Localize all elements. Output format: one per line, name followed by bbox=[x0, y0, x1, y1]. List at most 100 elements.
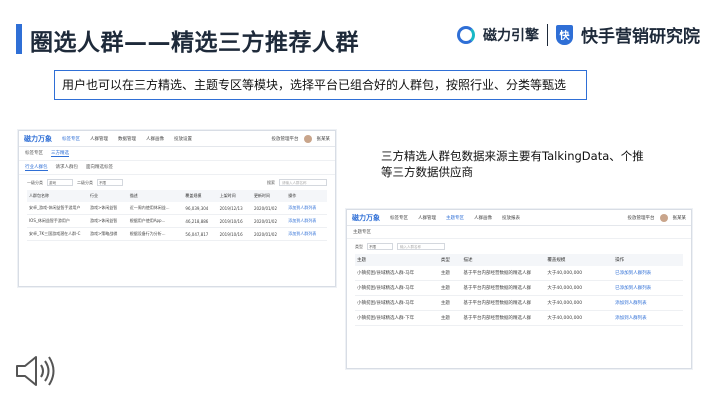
kuaishou-shield-icon: 快 bbox=[556, 24, 573, 45]
add-to-list-link[interactable]: 添加到人群列表 bbox=[613, 310, 683, 326]
nav-item[interactable]: 投放设置 bbox=[174, 136, 192, 142]
filter-row: 类型 不限 输入人群名称 bbox=[347, 239, 691, 254]
filter-label: 一级分类 bbox=[27, 179, 43, 185]
avatar[interactable] bbox=[659, 213, 668, 222]
cell: 2020/01/02 bbox=[251, 227, 287, 241]
filter-label: 二级分类 bbox=[77, 179, 93, 185]
column-header: 覆盖规模 bbox=[545, 254, 614, 266]
cell: 2019/12/13 bbox=[217, 202, 252, 215]
search-input[interactable]: 请输入人群名称 bbox=[279, 179, 327, 186]
nav-item[interactable]: 人群画像 bbox=[474, 215, 492, 221]
section-title: 主题专区 bbox=[353, 230, 371, 235]
top-nav: 磁力万象 标签专区 人群管理 数据管理 人群画像 投放设置 投放管理平台 张某某 bbox=[19, 131, 335, 147]
tab[interactable]: 三方精选 bbox=[51, 150, 69, 157]
cell: 46,218,886 bbox=[183, 214, 218, 228]
type-select[interactable]: 不限 bbox=[367, 243, 393, 250]
sub-tab-bar: 行业人群包 请求人群包 面向精选标签 bbox=[19, 161, 335, 175]
cell: 大于40,000,000 bbox=[545, 295, 614, 311]
brand-logo-icon bbox=[457, 25, 475, 44]
cell: 96,039,304 bbox=[183, 202, 218, 215]
tab-bar: 标签专区 三方精选 bbox=[19, 147, 335, 161]
cell: 安卓_7K三国游戏潜在人群-C bbox=[27, 227, 88, 241]
table-row: 安卓_7K三国游戏潜在人群-C 游戏>策略战棋 根据设备行为分析... 56,0… bbox=[27, 227, 327, 241]
institute-name: 快手营销研究院 bbox=[581, 27, 700, 47]
cell: 根据用户使用App... bbox=[127, 214, 184, 228]
brand-name: 磁力引擎 bbox=[483, 27, 539, 44]
top-nav: 磁力万象 标签专区 人群管理 主题专区 人群画像 投放报表 投放管理平台 张某某 bbox=[347, 210, 691, 226]
app-logo: 磁力万象 bbox=[24, 134, 52, 143]
table-row: 小镇贫困/县域精选人群-马年 主题 基于平台内部经营数据的精选人群 大于40,0… bbox=[355, 280, 683, 296]
add-to-list-link[interactable]: 添加到人群列表 bbox=[286, 214, 327, 228]
table-row: 小镇贫困/县域精选人群-下年 主题 基于平台内部经营数据的精选人群 大于40,0… bbox=[355, 310, 683, 326]
cell: 基于平台内部经营数据的精选人群 bbox=[461, 310, 546, 326]
add-to-list-link[interactable]: 添加到人群列表 bbox=[613, 295, 683, 311]
add-to-list-link[interactable]: 已添加到人群列表 bbox=[613, 266, 683, 281]
sub-tab[interactable]: 行业人群包 bbox=[25, 164, 48, 171]
nav-item[interactable]: 数据管理 bbox=[118, 136, 136, 142]
sub-tab[interactable]: 请求人群包 bbox=[56, 164, 79, 171]
cell: 主题 bbox=[438, 310, 462, 326]
avatar[interactable] bbox=[303, 134, 312, 143]
table-header: 主题 类型 描述 覆盖规模 操作 bbox=[355, 254, 683, 266]
column-header: 覆盖规模 bbox=[183, 190, 218, 202]
user-name: 张某某 bbox=[672, 215, 687, 221]
add-to-list-link[interactable]: 添加到人群列表 bbox=[286, 202, 327, 215]
table-row: 小镇贫困/县域精选人群-马年 主题 基于平台内部经营数据的精选人群 大于40,0… bbox=[355, 295, 683, 311]
cell: 56,047,817 bbox=[183, 227, 218, 241]
column-header: 操作 bbox=[613, 254, 683, 266]
add-to-list-link[interactable]: 添加到人群列表 bbox=[286, 227, 327, 241]
category-select[interactable]: 游戏 bbox=[47, 179, 73, 186]
slide: 圈选人群——精选三方推荐人群 磁力引擎 快 快手营销研究院 用户也可以在三方精选… bbox=[0, 0, 720, 405]
subcategory-select[interactable]: 不限 bbox=[97, 179, 123, 186]
sub-tab[interactable]: 面向精选标签 bbox=[86, 164, 113, 171]
description-text: 三方精选人群包数据来源主要有TalkingData、个推等三方数据供应商 bbox=[381, 149, 644, 179]
cell: 小镇贫困/县域精选人群-马年 bbox=[355, 280, 439, 296]
cell: 基于平台内部经营数据的精选人群 bbox=[461, 266, 546, 281]
nav-right: 投放管理平台 张某某 bbox=[628, 213, 687, 222]
subtitle-box: 用户也可以在三方精选、主题专区等模块，选择平台已组合好的人群包，按照行业、分类等… bbox=[54, 70, 587, 100]
cell: 游戏>休闲益智 bbox=[87, 214, 128, 228]
cell: 近一周内使用休闲益... bbox=[127, 202, 184, 215]
cell: 根据设备行为分析... bbox=[127, 227, 184, 241]
search-label: 搜索 bbox=[267, 179, 275, 185]
nav-item[interactable]: 投放报表 bbox=[502, 215, 520, 221]
cell: 2019/10/16 bbox=[217, 214, 252, 228]
column-header: 人群包名称 bbox=[27, 190, 88, 202]
column-header: 描述 bbox=[461, 254, 546, 266]
nav-right: 投放管理平台 张某某 bbox=[272, 134, 331, 143]
cell: 主题 bbox=[438, 295, 462, 311]
nav-item[interactable]: 人群管理 bbox=[418, 215, 436, 221]
column-header: 操作 bbox=[286, 190, 327, 202]
tab[interactable]: 标签专区 bbox=[25, 150, 43, 157]
topic-table: 主题 类型 描述 覆盖规模 操作 小镇贫困/县域精选人群-马年 主题 基于平台内… bbox=[355, 254, 683, 326]
nav-item[interactable]: 人群管理 bbox=[90, 136, 108, 142]
column-header: 描述 bbox=[127, 190, 184, 202]
platform-link[interactable]: 投放管理平台 bbox=[272, 136, 299, 142]
section-title-bar: 主题专区 bbox=[347, 226, 691, 239]
search-input[interactable]: 输入人群名称 bbox=[397, 243, 445, 250]
screenshot-topic-zone: 磁力万象 标签专区 人群管理 主题专区 人群画像 投放报表 投放管理平台 张某某… bbox=[346, 209, 692, 369]
platform-link[interactable]: 投放管理平台 bbox=[628, 215, 655, 221]
cell: 2019/10/16 bbox=[217, 227, 252, 241]
cell: 小镇贫困/县域精选人群-马年 bbox=[355, 266, 439, 281]
cell: 基于平台内部经营数据的精选人群 bbox=[461, 295, 546, 311]
add-to-list-link[interactable]: 已添加到人群列表 bbox=[613, 280, 683, 296]
column-header: 更新时间 bbox=[251, 190, 287, 202]
column-header: 行业 bbox=[87, 190, 128, 202]
nav-item[interactable]: 主题专区 bbox=[446, 215, 464, 221]
column-header: 主题 bbox=[355, 254, 439, 266]
cell: 2020/01/02 bbox=[251, 214, 287, 228]
nav-item[interactable]: 标签专区 bbox=[390, 215, 408, 221]
cell: 游戏>休闲益智 bbox=[87, 202, 128, 215]
nav-item[interactable]: 人群画像 bbox=[146, 136, 164, 142]
cell: 基于平台内部经营数据的精选人群 bbox=[461, 280, 546, 296]
nav-item[interactable]: 标签专区 bbox=[62, 136, 80, 142]
user-name: 张某某 bbox=[316, 136, 331, 142]
column-header: 类型 bbox=[438, 254, 462, 266]
brand-header: 磁力引擎 快 快手营销研究院 bbox=[457, 22, 700, 47]
speaker-icon[interactable] bbox=[14, 352, 58, 390]
table-row: 小镇贫困/县域精选人群-马年 主题 基于平台内部经营数据的精选人群 大于40,0… bbox=[355, 266, 683, 281]
cell: 2020/01/02 bbox=[251, 202, 287, 215]
table-row: IOS_休闲益智手游用户 游戏>休闲益智 根据用户使用App... 46,218… bbox=[27, 214, 327, 228]
app-logo: 磁力万象 bbox=[352, 213, 380, 222]
